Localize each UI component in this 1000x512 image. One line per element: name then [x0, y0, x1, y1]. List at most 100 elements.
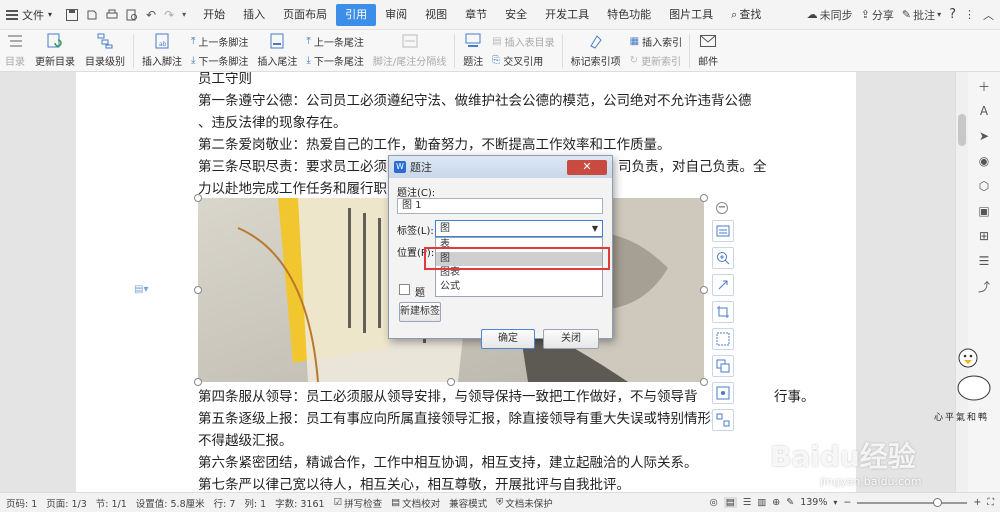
picture-settings-icon[interactable] — [712, 382, 734, 404]
outline-icon[interactable]: ☰ — [976, 253, 992, 269]
picture-fill-icon[interactable] — [712, 328, 734, 350]
zoom-in-icon[interactable]: + — [973, 497, 981, 508]
tab-features[interactable]: 特色功能 — [598, 4, 660, 26]
file-menu[interactable]: 文件 ▾ — [0, 0, 58, 30]
redo-icon[interactable]: ↷ — [164, 8, 174, 22]
protect-label: 文档未保护 — [505, 498, 553, 510]
tab-insert[interactable]: 插入 — [234, 4, 274, 26]
dropdown-option-equation[interactable]: 公式 — [436, 280, 602, 294]
dialog-title-bar[interactable]: W 题注 ✕ — [389, 156, 612, 178]
more-picture-tools-icon[interactable] — [712, 409, 734, 431]
fit-page-icon[interactable]: ⛶ — [987, 497, 994, 508]
next-endnote-button[interactable]: ⤓ 下一条尾注 — [306, 53, 363, 68]
zoom-out-icon[interactable]: − — [843, 497, 851, 508]
resize-handle[interactable] — [700, 194, 708, 202]
scrollbar-thumb[interactable] — [958, 114, 966, 146]
protect-button[interactable]: ⛨ 文档未保护 — [496, 496, 553, 510]
crop-icon[interactable] — [712, 301, 734, 323]
status-word-count[interactable]: 字数: 3161 — [275, 496, 324, 510]
write-view-icon[interactable]: ✎ — [786, 497, 794, 508]
comment-button[interactable]: ✎ 批注 ▾ — [902, 7, 941, 23]
new-label-button[interactable]: 新建标签 — [399, 302, 441, 322]
next-endnote-icon: ⤓ — [306, 55, 311, 66]
style-icon[interactable]: A — [976, 103, 992, 119]
tab-review[interactable]: 审阅 — [376, 4, 416, 26]
insert-footnote-button[interactable]: ab 插入脚注 — [137, 32, 187, 70]
zoom-level[interactable]: 139% — [800, 497, 827, 508]
zoom-in-icon[interactable] — [712, 247, 734, 269]
mail-button[interactable]: 邮件 — [693, 32, 723, 70]
caption-button[interactable]: 题注 — [458, 32, 488, 70]
page-view-icon[interactable]: ▤ — [723, 497, 737, 508]
tab-home[interactable]: 开始 — [194, 4, 234, 26]
chevron-down-icon[interactable]: ▾ — [182, 10, 186, 19]
toc-button[interactable]: 目录 — [0, 32, 30, 70]
prev-footnote-button[interactable]: ⤒ 上一条脚注 — [191, 34, 248, 49]
next-footnote-button[interactable]: ⤓ 下一条脚注 — [191, 53, 248, 68]
layout-icon[interactable]: ⊞ — [976, 228, 992, 244]
mark-index-button[interactable]: 标记索引项 — [566, 32, 626, 70]
tab-page-layout[interactable]: 页面布局 — [274, 4, 336, 26]
save-icon[interactable] — [66, 8, 79, 21]
status-page[interactable]: 页面: 1/3 — [46, 496, 87, 510]
insert-endnote-button[interactable]: 插入尾注 — [252, 32, 302, 70]
tab-section[interactable]: 章节 — [456, 4, 496, 26]
prev-footnote-label: 上一条脚注 — [198, 38, 249, 49]
print-icon[interactable] — [106, 9, 118, 21]
update-toc-button[interactable]: 更新目录 — [30, 32, 80, 70]
export-icon[interactable] — [86, 9, 98, 21]
resize-handle[interactable] — [194, 378, 202, 386]
tab-picture-tools[interactable]: 图片工具 — [660, 4, 722, 26]
proofread-button[interactable]: ▤ 文档校对 — [391, 496, 440, 510]
exclude-label-checkbox[interactable] — [399, 284, 410, 295]
anchor-icon[interactable]: ▤▾ — [134, 284, 148, 295]
vertical-scrollbar[interactable] — [956, 72, 968, 492]
share-panel-icon[interactable]: ⤴ — [976, 278, 992, 294]
search-label: 查找 — [739, 7, 762, 21]
chevron-down-icon[interactable]: ▾ — [833, 498, 837, 507]
layout-options-icon[interactable] — [712, 220, 734, 242]
more-icon[interactable]: ⋮ — [964, 8, 975, 21]
insert-index-button[interactable]: ▦ 插入索引 — [630, 34, 682, 49]
resize-handle[interactable] — [700, 286, 708, 294]
toc-icon — [5, 32, 25, 50]
resize-handle[interactable] — [194, 286, 202, 294]
read-view-icon[interactable]: ▥ — [757, 497, 766, 508]
share-button[interactable]: ⇪ 分享 — [861, 7, 894, 23]
eye-icon[interactable]: ◎ — [709, 497, 717, 508]
insert-icon[interactable]: ＋ — [976, 78, 992, 94]
zoom-slider[interactable] — [857, 497, 968, 507]
preview-icon[interactable] — [126, 9, 138, 21]
label-select[interactable]: 图 ▼ — [435, 220, 603, 237]
help-icon[interactable]: ? — [949, 7, 956, 22]
resize-handle[interactable] — [447, 378, 455, 386]
spellcheck-button[interactable]: ☑ 拼写检查 — [334, 496, 383, 510]
collapse-tools-icon[interactable]: − — [716, 202, 728, 214]
tab-developer[interactable]: 开发工具 — [536, 4, 598, 26]
zoom-slider-knob[interactable] — [932, 497, 942, 507]
toc-level-button[interactable]: 目录级别 — [80, 32, 130, 70]
rotate-icon[interactable] — [712, 274, 734, 296]
collapse-icon[interactable]: ︿ — [983, 7, 994, 23]
close-icon[interactable]: ✕ — [567, 159, 607, 175]
tab-references[interactable]: 引用 — [336, 3, 377, 26]
shape-icon[interactable]: ⬡ — [976, 178, 992, 194]
undo-icon[interactable]: ↶ — [146, 8, 156, 22]
sync-button[interactable]: ☁ 未同步 — [807, 7, 853, 23]
copy-picture-icon[interactable] — [712, 355, 734, 377]
resize-handle[interactable] — [700, 378, 708, 386]
outline-view-icon[interactable]: ☰ — [743, 497, 752, 508]
format-icon[interactable]: ▣ — [976, 203, 992, 219]
cross-reference-button[interactable]: ⎘ 交叉引用 — [492, 53, 554, 68]
pointer-icon[interactable]: ➤ — [976, 128, 992, 144]
caption-input[interactable]: 图 1 — [397, 198, 603, 214]
prev-endnote-button[interactable]: ⤒ 上一条尾注 — [306, 34, 363, 49]
tab-security[interactable]: 安全 — [496, 4, 536, 26]
search-button[interactable]: ⌕ 查找 — [722, 4, 770, 26]
close-button[interactable]: 关闭 — [543, 329, 599, 349]
resize-handle[interactable] — [194, 194, 202, 202]
ok-button[interactable]: 确定 — [481, 329, 535, 349]
tab-view[interactable]: 视图 — [416, 4, 456, 26]
web-view-icon[interactable]: ⊕ — [772, 497, 780, 508]
location-icon[interactable]: ◉ — [976, 153, 992, 169]
